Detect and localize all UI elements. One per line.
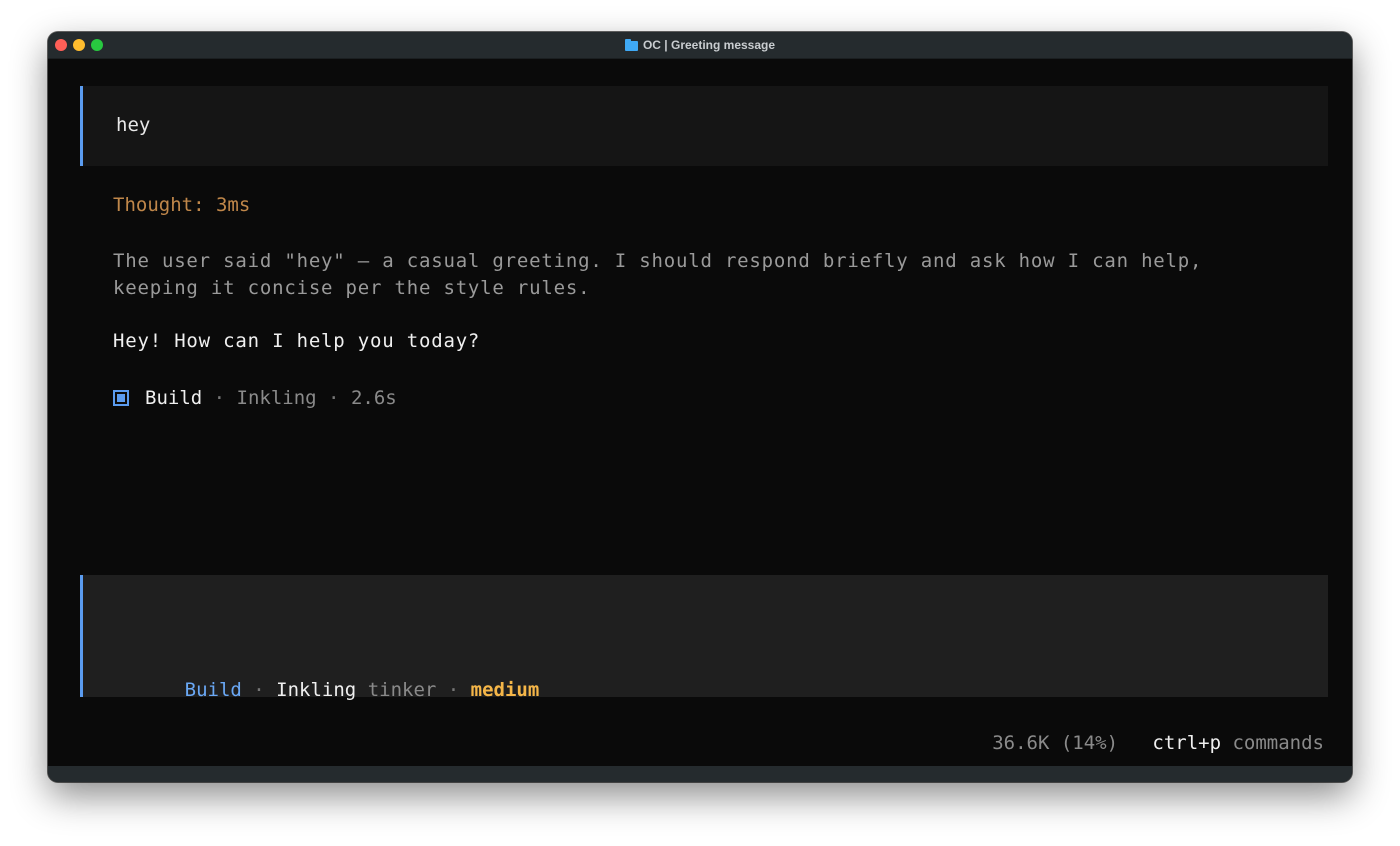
composer-effort[interactable]: medium xyxy=(471,679,540,701)
terminal-window: OC | Greeting message hey Thought: 3ms T… xyxy=(48,32,1352,782)
bottom-bar xyxy=(48,766,1352,782)
assistant-reply: Hey! How can I help you today? xyxy=(113,330,481,352)
response-meta: Build · Inkling · 2.6s xyxy=(113,384,397,412)
reasoning-line: keeping it concise per the style rules. xyxy=(113,277,591,299)
user-message-text: hey xyxy=(116,114,151,136)
composer-separator: · xyxy=(241,679,277,701)
reasoning-line: The user said "hey" — a casual greeting.… xyxy=(113,250,1203,272)
window-title-text: OC | Greeting message xyxy=(642,38,776,52)
composer-separator: · xyxy=(436,679,471,701)
composer-agent[interactable]: Build xyxy=(185,679,242,701)
meta-separator: · xyxy=(316,387,351,409)
window-title: OC | Greeting message xyxy=(48,32,1352,58)
shortcut-label: commands xyxy=(1232,732,1324,754)
composer-model[interactable]: Inkling xyxy=(276,679,356,701)
meta-separator: · xyxy=(202,387,237,409)
meta-agent: Build xyxy=(145,387,203,409)
prompt-input[interactable]: Build · Inkling tinker · medium xyxy=(80,575,1328,701)
folder-icon xyxy=(624,38,638,51)
user-message: hey xyxy=(80,86,1328,166)
token-usage: 36.6K (14%) xyxy=(992,732,1119,754)
square-icon xyxy=(113,390,129,406)
composer-variant: tinker xyxy=(367,679,437,701)
composer-status: Build · Inkling tinker · medium xyxy=(116,657,540,723)
thought-label[interactable]: Thought: 3ms xyxy=(113,194,250,216)
reasoning-text: The user said "hey" — a casual greeting.… xyxy=(113,248,1313,302)
title-bar: OC | Greeting message xyxy=(48,32,1352,59)
meta-model: Inkling xyxy=(236,387,317,409)
meta-duration: 2.6s xyxy=(350,387,397,409)
shortcut-key: ctrl+p xyxy=(1152,732,1222,754)
